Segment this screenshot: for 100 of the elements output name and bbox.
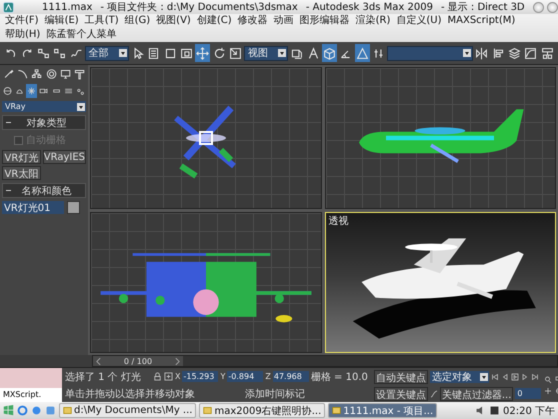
menu-item[interactable]: MAXScript(M) [444, 14, 518, 28]
category-dropdown[interactable]: VRay [2, 101, 86, 112]
time-slider-thumb[interactable]: 0 / 100 [93, 356, 183, 366]
brush-icon [3, 68, 14, 80]
window-title: - 项目文件夹 : d:\My Documents\3dsmax [100, 0, 298, 14]
frame-field[interactable]: 0 [515, 388, 542, 399]
light-icon [27, 85, 36, 97]
circle-tab[interactable] [44, 67, 58, 81]
mirror-icon [475, 46, 488, 60]
object-type-button[interactable]: VR太阳 [2, 166, 41, 180]
cube-button[interactable] [322, 44, 338, 62]
object-type-button[interactable]: VR灯光 [2, 150, 41, 164]
scale-icon [228, 46, 242, 60]
viewport[interactable] [90, 212, 322, 353]
monitor-tab[interactable] [58, 67, 72, 81]
z-coordinate-field[interactable]: 47.968 [272, 371, 309, 382]
menu-item[interactable]: 渲染(R) [352, 14, 394, 28]
menu-item[interactable]: 编辑(E) [42, 14, 82, 28]
y-coordinate-field[interactable]: -0.894 [227, 371, 264, 382]
maximize-button[interactable] [546, 2, 558, 12]
zoom-icon[interactable] [544, 376, 552, 384]
absolute-mode-icon[interactable] [164, 372, 173, 381]
step-back-icon[interactable] [500, 372, 509, 380]
taskbar-button[interactable]: d:\My Documents\My ... [59, 403, 196, 418]
prompt-text: 单击并拖动以选择并移动对象 [65, 388, 196, 400]
dropdown-arrow-icon [480, 372, 488, 380]
menu-item[interactable]: 动画 [270, 14, 297, 28]
maxscript-label: MXScript. [0, 388, 62, 402]
color-swatch[interactable] [67, 201, 80, 214]
curve-icon [430, 390, 438, 398]
minimize-button[interactable] [532, 2, 544, 12]
light-tab[interactable] [26, 84, 38, 98]
triangle-button[interactable] [354, 44, 370, 62]
clock: 02:20 下午 [503, 404, 555, 418]
menu-item[interactable]: 组(G) [122, 14, 154, 28]
toolbar-dropdown[interactable] [387, 46, 474, 60]
move-button[interactable] [195, 44, 210, 62]
menu-item[interactable]: 帮助(H) [2, 28, 44, 42]
rollout-header[interactable]: 对象类型 [2, 115, 86, 130]
dropdown-arrow-icon [118, 49, 127, 57]
cube-icon [322, 46, 336, 60]
menu-item[interactable]: 工具(T) [82, 14, 122, 28]
hammer-tab[interactable] [72, 67, 86, 81]
skip-end-icon[interactable] [530, 372, 539, 380]
monitor-icon [60, 68, 71, 80]
object-type-button[interactable]: VRayIES [42, 150, 86, 164]
menu-item[interactable]: 文件(F) [2, 14, 42, 28]
menu-item[interactable]: 自定义(U) [393, 14, 445, 28]
layers-icon [508, 46, 522, 60]
selection-status: 选择了 1 个 灯光 [65, 370, 142, 384]
curve-editor-icon [524, 46, 538, 60]
menu-item[interactable]: 修改器 [234, 14, 271, 28]
menu-item[interactable]: 视图(V) [153, 14, 194, 28]
start-icon[interactable] [3, 405, 14, 416]
key-filters-button[interactable]: 关键点过滤器... [440, 386, 514, 400]
window-title: - 显示 : Direct 3D [440, 1, 525, 14]
viewport[interactable]: 透视 [324, 212, 556, 353]
x-coordinate-field[interactable]: -15.293 [182, 371, 218, 382]
viewport[interactable] [324, 67, 556, 208]
viewport-label: 透视 [328, 214, 348, 228]
globe-icon[interactable] [31, 405, 42, 416]
name-field[interactable]: VR灯光01 [2, 201, 64, 214]
skip-start-icon[interactable] [490, 372, 499, 380]
window-title: 1111.max [42, 2, 92, 12]
menu-item[interactable]: 图形编辑器 [296, 14, 353, 28]
lock-icon[interactable] [153, 372, 162, 381]
menu-item[interactable]: 创建(C) [194, 14, 235, 28]
dropdown-arrow-icon [463, 49, 472, 57]
network-icon[interactable] [489, 405, 500, 416]
time-tag-button[interactable]: 添加时间标记 [245, 386, 305, 400]
step-forward-icon[interactable] [520, 372, 529, 380]
rollout-header[interactable]: 名称和颜色 [2, 183, 86, 198]
window-icon [332, 406, 342, 415]
window-icon [203, 406, 212, 415]
window-title: - Autodesk 3ds Max 2009 [306, 2, 433, 12]
set-key-button[interactable]: 设置关键点 [374, 386, 428, 400]
grid-size-label: 栅格 = 10.0 [310, 370, 368, 384]
menu-item[interactable]: 陈孟誓个人菜单 [43, 28, 120, 42]
key-mode-dropdown[interactable]: 选定对象 [430, 370, 489, 382]
taskbar-button[interactable]: max2009右键照明协... [199, 403, 326, 418]
auto-key-button[interactable]: 自动关键点 [374, 370, 428, 384]
time-slider[interactable]: 0 / 100 [92, 355, 558, 367]
axis-label: Z [265, 372, 271, 381]
window-icon [63, 406, 72, 415]
taskbar-button[interactable]: 1111.max - 项目... [328, 403, 438, 418]
toolbar-dropdown[interactable]: 全部 [84, 46, 129, 60]
curve-tab[interactable] [16, 67, 30, 81]
triangle-icon [356, 46, 369, 60]
toolbar-dropdown[interactable]: 视图 [244, 46, 288, 60]
axis-label: X [175, 372, 180, 381]
browser-icon[interactable] [17, 405, 28, 416]
axis-label: Y [220, 372, 226, 381]
move-icon [196, 46, 210, 60]
link-icon [36, 46, 50, 60]
pan-icon[interactable] [544, 386, 552, 394]
sphere-tab[interactable] [2, 84, 14, 98]
hierarchy-tab[interactable] [30, 67, 44, 81]
play-icon[interactable] [510, 372, 519, 380]
redo-icon [20, 46, 34, 60]
window-icon [180, 46, 193, 60]
